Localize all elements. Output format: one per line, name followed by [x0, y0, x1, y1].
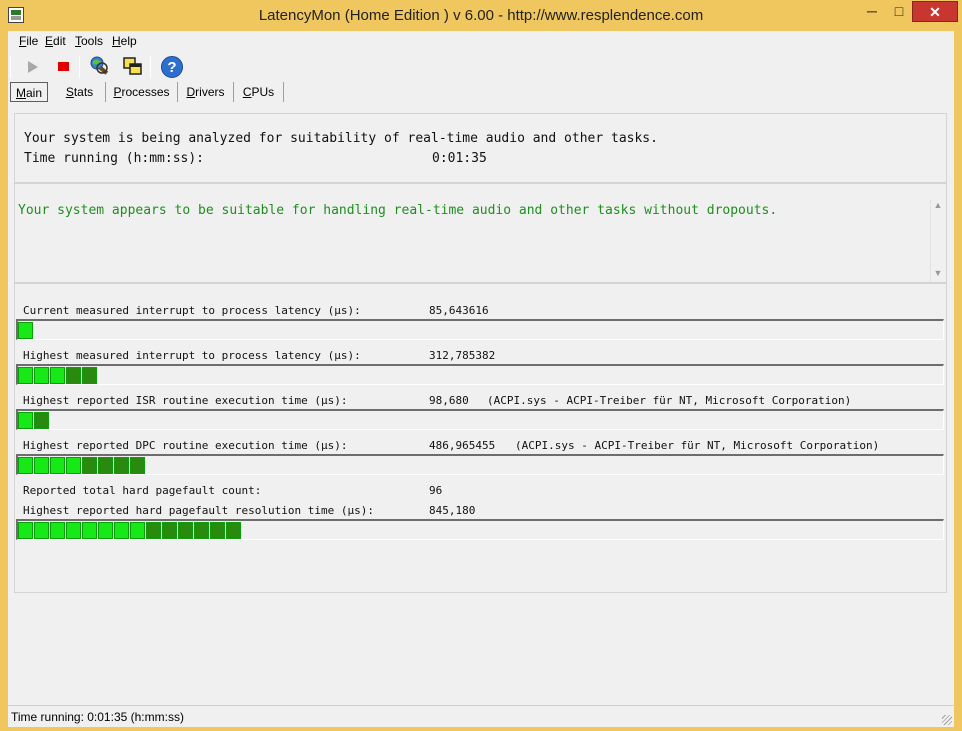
- tab-stats[interactable]: Stats: [54, 82, 106, 102]
- metric-detail: (ACPI.sys - ACPI-Treiber für NT, Microso…: [515, 439, 880, 452]
- metric-detail: (ACPI.sys - ACPI-Treiber für NT, Microso…: [487, 394, 852, 407]
- bar-segment: [82, 457, 97, 474]
- metric-label: Highest measured interrupt to process la…: [23, 349, 361, 362]
- title-bar[interactable]: LatencyMon (Home Edition ) v 6.00 - http…: [0, 0, 962, 31]
- globe-search-icon[interactable]: [88, 55, 112, 79]
- analysis-status-text: Your system is being analyzed for suitab…: [24, 131, 658, 146]
- toolbar-grip: [10, 56, 11, 78]
- scroll-down-icon[interactable]: ▼: [931, 268, 945, 282]
- bar-segment: [66, 367, 81, 384]
- bar-segment: [210, 522, 225, 539]
- analysis-status-panel: Your system is being analyzed for suitab…: [14, 113, 947, 183]
- bar-segment: [34, 367, 49, 384]
- bar-segment: [114, 522, 129, 539]
- bar-segment: [130, 522, 145, 539]
- windows-icon[interactable]: [121, 55, 145, 79]
- bar-segment: [18, 367, 33, 384]
- bar-segment: [66, 457, 81, 474]
- menu-edit[interactable]: Edit: [45, 34, 66, 48]
- menu-tools[interactable]: Tools: [75, 34, 103, 48]
- toolbar-separator: [150, 56, 151, 78]
- metric-value: 85,643616: [429, 304, 489, 317]
- tab-processes[interactable]: Processes: [106, 82, 178, 102]
- app-window: LatencyMon (Home Edition ) v 6.00 - http…: [0, 0, 962, 731]
- result-message: Your system appears to be suitable for h…: [18, 203, 778, 218]
- time-running-value: 0:01:35: [432, 151, 487, 166]
- metric-value: 98,680: [429, 394, 469, 407]
- bar-segment: [18, 457, 33, 474]
- help-icon[interactable]: ?: [160, 55, 184, 79]
- menu-file[interactable]: File: [19, 34, 38, 48]
- scroll-up-icon[interactable]: ▲: [931, 200, 945, 214]
- bar-segment: [18, 522, 33, 539]
- tab-drivers[interactable]: Drivers: [178, 82, 234, 102]
- metric-bar: [16, 364, 944, 385]
- bar-segment: [18, 322, 33, 339]
- metric-bar: [16, 454, 944, 475]
- status-bar-text: Time running: 0:01:35 (h:mm:ss): [11, 710, 184, 724]
- metric-label: Current measured interrupt to process la…: [23, 304, 361, 317]
- menu-bar: File Edit Tools Help: [8, 31, 954, 51]
- maximize-button[interactable]: □: [885, 1, 913, 22]
- toolbar-separator: [79, 56, 80, 78]
- resize-grip-icon[interactable]: [942, 715, 952, 725]
- bar-segment: [50, 367, 65, 384]
- result-panel: Your system appears to be suitable for h…: [14, 183, 947, 283]
- window-title: LatencyMon (Home Edition ) v 6.00 - http…: [258, 7, 704, 24]
- bar-segment: [162, 522, 177, 539]
- metric-value: 845,180: [429, 504, 476, 517]
- bar-segment: [114, 457, 129, 474]
- bar-segment: [34, 412, 49, 429]
- metric-value: 312,785382: [429, 349, 496, 362]
- bar-segment: [82, 522, 97, 539]
- client-area: File Edit Tools Help ? Main Stats Proces…: [8, 31, 954, 705]
- stop-icon[interactable]: [52, 55, 76, 79]
- tab-main[interactable]: Main: [10, 82, 48, 102]
- metric-bar: [16, 519, 944, 540]
- metric-label: Reported total hard pagefault count:: [23, 484, 262, 497]
- bar-segment: [98, 457, 113, 474]
- metric-bar: [16, 409, 944, 430]
- metric-value: 486,965455: [429, 439, 496, 452]
- close-button[interactable]: ✕: [912, 1, 958, 22]
- status-bar: Time running: 0:01:35 (h:mm:ss): [8, 705, 954, 727]
- metric-value: 96: [429, 484, 443, 497]
- bar-segment: [66, 522, 81, 539]
- tab-bar: Main Stats Processes Drivers CPUs: [8, 81, 954, 103]
- metric-label: Highest reported hard pagefault resoluti…: [23, 504, 374, 517]
- bar-segment: [226, 522, 241, 539]
- minimize-button[interactable]: ─: [858, 1, 886, 22]
- bar-segment: [146, 522, 161, 539]
- bar-segment: [50, 522, 65, 539]
- result-scrollbar[interactable]: ▲ ▼: [930, 200, 944, 282]
- toolbar: ?: [8, 52, 954, 82]
- bar-segment: [194, 522, 209, 539]
- bar-segment: [98, 522, 113, 539]
- bar-segment: [82, 367, 97, 384]
- bar-segment: [178, 522, 193, 539]
- bar-segment: [50, 457, 65, 474]
- metrics-panel: Current measured interrupt to process la…: [14, 283, 947, 593]
- play-icon[interactable]: [20, 55, 44, 79]
- metric-label: Highest reported ISR routine execution t…: [23, 394, 348, 407]
- bar-segment: [18, 412, 33, 429]
- metric-label: Highest reported DPC routine execution t…: [23, 439, 348, 452]
- menu-help[interactable]: Help: [112, 34, 137, 48]
- metric-bar: [16, 319, 944, 340]
- bar-segment: [34, 522, 49, 539]
- bar-segment: [34, 457, 49, 474]
- time-running-label: Time running (h:mm:ss):: [24, 151, 205, 166]
- tab-cpus[interactable]: CPUs: [234, 82, 284, 102]
- bar-segment: [130, 457, 145, 474]
